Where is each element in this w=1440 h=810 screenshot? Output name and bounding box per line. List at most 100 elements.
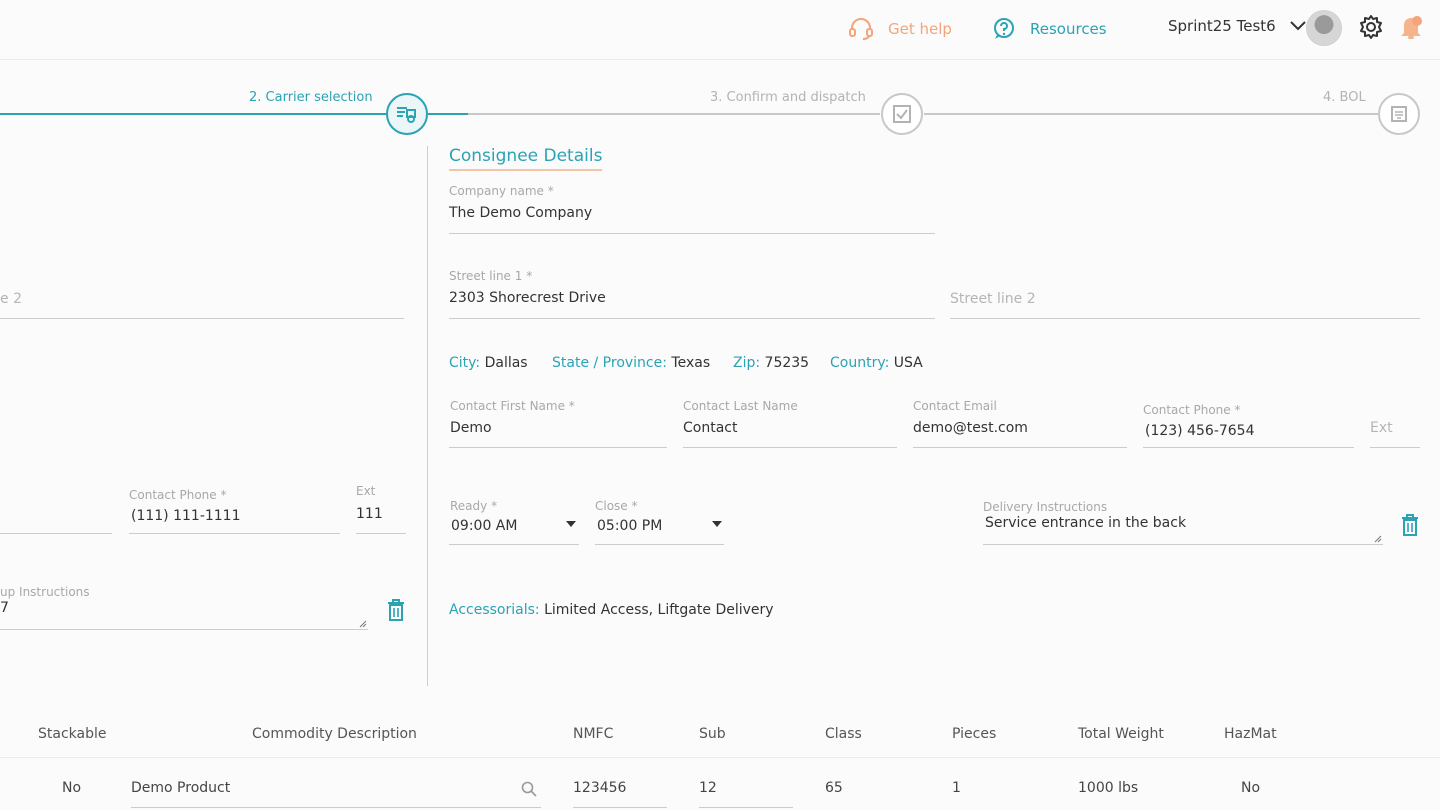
- field-underline: [356, 533, 406, 534]
- cell-pieces[interactable]: 1: [952, 780, 961, 796]
- resources-link[interactable]: Resources: [992, 17, 1107, 41]
- close-label: Close *: [595, 499, 638, 513]
- notification-bell-icon[interactable]: [1398, 13, 1424, 41]
- field-underline: [0, 533, 112, 534]
- stepper-progress-line: [0, 113, 386, 115]
- zip-label: Zip:: [733, 355, 761, 371]
- avatar[interactable]: [1306, 10, 1342, 46]
- search-icon[interactable]: [521, 781, 537, 797]
- state-label: State / Province:: [552, 355, 667, 371]
- field-underline: [449, 447, 667, 448]
- shipper-ext-input[interactable]: 111: [356, 506, 383, 522]
- step-confirm-dispatch-label: 3. Confirm and dispatch: [710, 90, 866, 105]
- shipper-street-line-2-input[interactable]: e 2: [0, 291, 22, 307]
- cell-sub-input[interactable]: 12: [699, 780, 717, 796]
- contact-email-input[interactable]: demo@test.com: [913, 420, 1028, 436]
- field-underline: [449, 233, 935, 234]
- close-caret-icon[interactable]: [712, 521, 722, 527]
- company-name-input[interactable]: The Demo Company: [449, 205, 592, 221]
- get-help-label: Get help: [888, 20, 952, 38]
- chevron-down-icon: [1289, 21, 1306, 31]
- field-underline: [1143, 447, 1354, 448]
- resources-label: Resources: [1030, 20, 1107, 38]
- city-value: Dallas: [484, 355, 528, 371]
- field-underline: [0, 629, 368, 630]
- company-name-label: Company name *: [449, 184, 554, 198]
- ready-label: Ready *: [450, 499, 498, 513]
- cell-total-weight[interactable]: 1000 lbs: [1078, 780, 1138, 796]
- contact-email-label: Contact Email: [913, 399, 997, 413]
- stepper-pending-line: [468, 113, 880, 115]
- shipper-pickup-instructions-input[interactable]: 7: [0, 600, 9, 616]
- field-underline: [449, 544, 579, 545]
- truck-list-icon: [397, 107, 416, 123]
- country-value: USA: [893, 355, 923, 371]
- headset-icon: [849, 18, 873, 40]
- delivery-instructions-label: Delivery Instructions: [983, 500, 1108, 514]
- resize-handle-icon[interactable]: [1374, 535, 1382, 543]
- step-carrier-selection-label: 2. Carrier selection: [249, 90, 373, 105]
- accessorials-value: Limited Access, Liftgate Delivery: [544, 602, 774, 618]
- city-label: City:: [449, 355, 481, 371]
- cell-stackable[interactable]: No: [62, 780, 81, 796]
- field-underline: [595, 544, 724, 545]
- delivery-instructions-input[interactable]: Service entrance in the back: [985, 515, 1186, 531]
- contact-phone-input[interactable]: (123) 456-7654: [1145, 423, 1255, 439]
- contact-last-name-label: Contact Last Name: [683, 399, 798, 413]
- column-header-sub: Sub: [699, 726, 726, 742]
- field-underline: [0, 318, 404, 319]
- ready-caret-icon[interactable]: [566, 521, 576, 527]
- cell-commodity-description-input[interactable]: Demo Product: [131, 780, 230, 796]
- column-header-total-weight: Total Weight: [1078, 726, 1164, 742]
- column-header-class: Class: [825, 726, 862, 742]
- contact-ext-input[interactable]: Ext: [1370, 420, 1393, 436]
- field-underline: [683, 447, 897, 448]
- close-select[interactable]: 05:00 PM: [597, 518, 662, 534]
- state-display: State / Province: Texas: [552, 355, 710, 371]
- street-line-1-input[interactable]: 2303 Shorecrest Drive: [449, 290, 606, 306]
- cell-class[interactable]: 65: [825, 780, 843, 796]
- column-header-commodity-description: Commodity Description: [252, 726, 417, 742]
- user-menu[interactable]: Sprint25 Test6: [1168, 17, 1306, 35]
- field-underline: [131, 807, 541, 808]
- field-underline: [129, 533, 340, 534]
- accessorials-display: Accessorials: Limited Access, Liftgate D…: [449, 602, 774, 618]
- shipper-ext-label: Ext: [356, 484, 376, 498]
- contact-last-name-input[interactable]: Contact: [683, 420, 737, 436]
- shipper-contact-phone-input[interactable]: (111) 111-1111: [131, 508, 241, 524]
- column-divider: [427, 146, 428, 686]
- contact-first-name-input[interactable]: Demo: [450, 420, 492, 436]
- step-confirm-dispatch[interactable]: [881, 93, 923, 135]
- city-display: City: Dallas: [449, 355, 528, 371]
- accessorials-label: Accessorials:: [449, 602, 540, 618]
- field-underline: [1370, 447, 1420, 448]
- shipper-contact-phone-label: Contact Phone *: [129, 488, 227, 502]
- gear-icon[interactable]: [1358, 14, 1384, 40]
- trash-icon[interactable]: [386, 598, 406, 622]
- cell-hazmat[interactable]: No: [1241, 780, 1260, 796]
- step-bol-label: 4. BOL: [1323, 90, 1366, 105]
- field-underline: [983, 544, 1383, 545]
- field-underline: [950, 318, 1420, 319]
- contact-first-name-label: Contact First Name *: [450, 399, 575, 413]
- zip-value: 75235: [764, 355, 810, 371]
- street-line-2-input[interactable]: Street line 2: [950, 291, 1036, 307]
- get-help-link[interactable]: Get help: [848, 17, 952, 41]
- checkbox-icon: [893, 105, 911, 123]
- step-bol[interactable]: [1378, 93, 1420, 135]
- zip-display: Zip: 75235: [733, 355, 809, 371]
- ready-select[interactable]: 09:00 AM: [451, 518, 517, 534]
- resize-handle-icon[interactable]: [359, 620, 367, 628]
- field-underline: [699, 807, 793, 808]
- step-carrier-selection[interactable]: [386, 93, 428, 135]
- trash-icon[interactable]: [1400, 513, 1420, 537]
- user-name: Sprint25 Test6: [1168, 17, 1276, 35]
- consignee-details-title: Consignee Details: [449, 146, 603, 171]
- country-display: Country: USA: [830, 355, 923, 371]
- cell-nmfc-input[interactable]: 123456: [573, 780, 626, 796]
- stepper-progress-line: [428, 113, 468, 115]
- question-bubble-icon: [994, 18, 1014, 39]
- column-header-nmfc: NMFC: [573, 726, 614, 742]
- column-header-hazmat: HazMat: [1224, 726, 1277, 742]
- field-underline: [573, 807, 667, 808]
